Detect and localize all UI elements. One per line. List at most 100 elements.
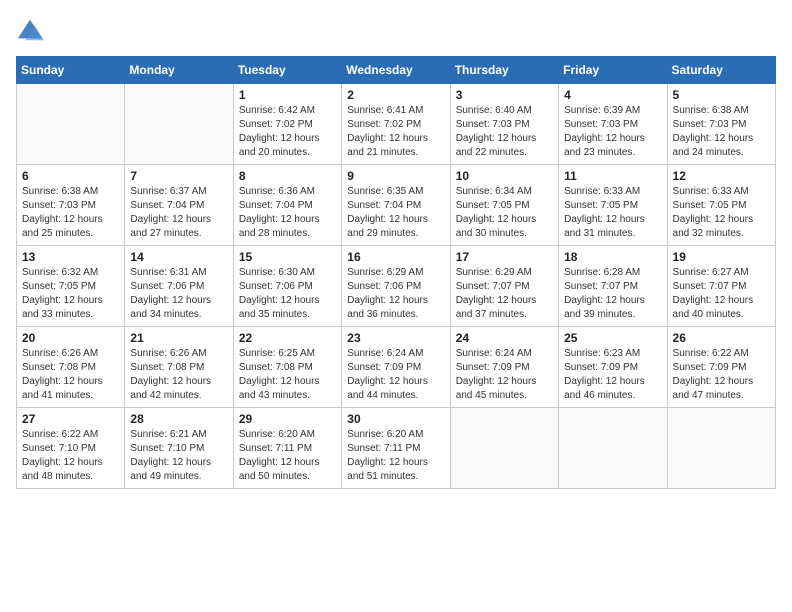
calendar-cell: 23 Sunrise: 6:24 AMSunset: 7:09 PMDayligh…: [342, 327, 450, 408]
day-number: 22: [239, 331, 336, 345]
calendar-cell: 1 Sunrise: 6:42 AMSunset: 7:02 PMDaylight…: [233, 84, 341, 165]
calendar-week-3: 13 Sunrise: 6:32 AMSunset: 7:05 PMDayligh…: [17, 246, 776, 327]
day-info: Sunrise: 6:29 AMSunset: 7:06 PMDaylight:…: [347, 266, 444, 322]
calendar-cell: 14Sunrise: 6:31 AMSunset: 7:06 PMDayligh…: [125, 246, 233, 327]
calendar-cell: 19 Sunrise: 6:27 AMSunset: 7:07 PMDayligh…: [667, 246, 775, 327]
day-info: Sunrise: 6:24 AMSunset: 7:09 PMDaylight:…: [456, 347, 553, 403]
calendar-cell: 4 Sunrise: 6:39 AMSunset: 7:03 PMDaylight…: [559, 84, 667, 165]
calendar-cell: 6 Sunrise: 6:38 AMSunset: 7:03 PMDaylight…: [17, 165, 125, 246]
calendar-cell: 21 Sunrise: 6:26 AMSunset: 7:08 PMDayligh…: [125, 327, 233, 408]
calendar-week-2: 6 Sunrise: 6:38 AMSunset: 7:03 PMDaylight…: [17, 165, 776, 246]
col-header-saturday: Saturday: [667, 57, 775, 84]
day-number: 8: [239, 169, 336, 183]
calendar-cell: [667, 408, 775, 489]
day-info: Sunrise: 6:39 AMSunset: 7:03 PMDaylight:…: [564, 104, 661, 160]
day-info: Sunrise: 6:33 AMSunset: 7:05 PMDaylight:…: [564, 185, 661, 241]
calendar-cell: [125, 84, 233, 165]
page-header: [16, 16, 776, 44]
day-info: Sunrise: 6:41 AMSunset: 7:02 PMDaylight:…: [347, 104, 444, 160]
calendar-cell: 25 Sunrise: 6:23 AMSunset: 7:09 PMDayligh…: [559, 327, 667, 408]
calendar-cell: 12 Sunrise: 6:33 AMSunset: 7:05 PMDayligh…: [667, 165, 775, 246]
calendar-table: SundayMondayTuesdayWednesdayThursdayFrid…: [16, 56, 776, 489]
calendar-week-5: 27Sunrise: 6:22 AMSunset: 7:10 PMDayligh…: [17, 408, 776, 489]
calendar-cell: 3 Sunrise: 6:40 AMSunset: 7:03 PMDaylight…: [450, 84, 558, 165]
day-number: 30: [347, 412, 444, 426]
day-number: 13: [22, 250, 119, 264]
day-number: 11: [564, 169, 661, 183]
calendar-cell: 18Sunrise: 6:28 AMSunset: 7:07 PMDayligh…: [559, 246, 667, 327]
day-number: 1: [239, 88, 336, 102]
logo: [16, 16, 48, 44]
calendar-cell: 11 Sunrise: 6:33 AMSunset: 7:05 PMDayligh…: [559, 165, 667, 246]
day-info: Sunrise: 6:20 AMSunset: 7:11 PMDaylight:…: [239, 428, 336, 484]
day-info: Sunrise: 6:36 AMSunset: 7:04 PMDaylight:…: [239, 185, 336, 241]
calendar-cell: [559, 408, 667, 489]
day-number: 29: [239, 412, 336, 426]
day-number: 7: [130, 169, 227, 183]
day-number: 14: [130, 250, 227, 264]
day-number: 28: [130, 412, 227, 426]
calendar-week-4: 20 Sunrise: 6:26 AMSunset: 7:08 PMDayligh…: [17, 327, 776, 408]
day-number: 20: [22, 331, 119, 345]
day-info: Sunrise: 6:23 AMSunset: 7:09 PMDaylight:…: [564, 347, 661, 403]
calendar-cell: 7 Sunrise: 6:37 AMSunset: 7:04 PMDaylight…: [125, 165, 233, 246]
day-number: 15: [239, 250, 336, 264]
day-number: 25: [564, 331, 661, 345]
calendar-cell: 10 Sunrise: 6:34 AMSunset: 7:05 PMDayligh…: [450, 165, 558, 246]
day-number: 23: [347, 331, 444, 345]
day-number: 2: [347, 88, 444, 102]
calendar-cell: 9 Sunrise: 6:35 AMSunset: 7:04 PMDaylight…: [342, 165, 450, 246]
calendar-cell: 8 Sunrise: 6:36 AMSunset: 7:04 PMDaylight…: [233, 165, 341, 246]
day-number: 26: [673, 331, 770, 345]
calendar-cell: 24Sunrise: 6:24 AMSunset: 7:09 PMDayligh…: [450, 327, 558, 408]
day-info: Sunrise: 6:28 AMSunset: 7:07 PMDaylight:…: [564, 266, 661, 322]
day-number: 16: [347, 250, 444, 264]
calendar-cell: 26 Sunrise: 6:22 AMSunset: 7:09 PMDayligh…: [667, 327, 775, 408]
day-number: 4: [564, 88, 661, 102]
calendar-cell: 29 Sunrise: 6:20 AMSunset: 7:11 PMDayligh…: [233, 408, 341, 489]
calendar-header-row: SundayMondayTuesdayWednesdayThursdayFrid…: [17, 57, 776, 84]
col-header-wednesday: Wednesday: [342, 57, 450, 84]
calendar-cell: [17, 84, 125, 165]
col-header-friday: Friday: [559, 57, 667, 84]
day-info: Sunrise: 6:20 AMSunset: 7:11 PMDaylight:…: [347, 428, 444, 484]
calendar-cell: 13 Sunrise: 6:32 AMSunset: 7:05 PMDayligh…: [17, 246, 125, 327]
day-info: Sunrise: 6:40 AMSunset: 7:03 PMDaylight:…: [456, 104, 553, 160]
col-header-thursday: Thursday: [450, 57, 558, 84]
day-info: Sunrise: 6:27 AMSunset: 7:07 PMDaylight:…: [673, 266, 770, 322]
calendar-cell: 17Sunrise: 6:29 AMSunset: 7:07 PMDayligh…: [450, 246, 558, 327]
day-info: Sunrise: 6:38 AMSunset: 7:03 PMDaylight:…: [22, 185, 119, 241]
day-info: Sunrise: 6:38 AMSunset: 7:03 PMDaylight:…: [673, 104, 770, 160]
calendar-cell: 15 Sunrise: 6:30 AMSunset: 7:06 PMDayligh…: [233, 246, 341, 327]
day-info: Sunrise: 6:34 AMSunset: 7:05 PMDaylight:…: [456, 185, 553, 241]
day-info: Sunrise: 6:21 AMSunset: 7:10 PMDaylight:…: [130, 428, 227, 484]
calendar-cell: 5 Sunrise: 6:38 AMSunset: 7:03 PMDaylight…: [667, 84, 775, 165]
day-info: Sunrise: 6:35 AMSunset: 7:04 PMDaylight:…: [347, 185, 444, 241]
day-info: Sunrise: 6:26 AMSunset: 7:08 PMDaylight:…: [130, 347, 227, 403]
col-header-sunday: Sunday: [17, 57, 125, 84]
calendar-cell: 30 Sunrise: 6:20 AMSunset: 7:11 PMDayligh…: [342, 408, 450, 489]
calendar-cell: 27Sunrise: 6:22 AMSunset: 7:10 PMDayligh…: [17, 408, 125, 489]
calendar-week-1: 1 Sunrise: 6:42 AMSunset: 7:02 PMDaylight…: [17, 84, 776, 165]
day-info: Sunrise: 6:29 AMSunset: 7:07 PMDaylight:…: [456, 266, 553, 322]
calendar-cell: 16 Sunrise: 6:29 AMSunset: 7:06 PMDayligh…: [342, 246, 450, 327]
day-info: Sunrise: 6:25 AMSunset: 7:08 PMDaylight:…: [239, 347, 336, 403]
day-number: 21: [130, 331, 227, 345]
day-number: 3: [456, 88, 553, 102]
day-info: Sunrise: 6:32 AMSunset: 7:05 PMDaylight:…: [22, 266, 119, 322]
day-number: 9: [347, 169, 444, 183]
day-info: Sunrise: 6:30 AMSunset: 7:06 PMDaylight:…: [239, 266, 336, 322]
logo-icon: [16, 16, 44, 44]
day-info: Sunrise: 6:22 AMSunset: 7:09 PMDaylight:…: [673, 347, 770, 403]
calendar-cell: 22 Sunrise: 6:25 AMSunset: 7:08 PMDayligh…: [233, 327, 341, 408]
day-number: 5: [673, 88, 770, 102]
day-info: Sunrise: 6:24 AMSunset: 7:09 PMDaylight:…: [347, 347, 444, 403]
day-info: Sunrise: 6:33 AMSunset: 7:05 PMDaylight:…: [673, 185, 770, 241]
day-info: Sunrise: 6:37 AMSunset: 7:04 PMDaylight:…: [130, 185, 227, 241]
day-number: 6: [22, 169, 119, 183]
day-info: Sunrise: 6:22 AMSunset: 7:10 PMDaylight:…: [22, 428, 119, 484]
day-number: 10: [456, 169, 553, 183]
day-info: Sunrise: 6:42 AMSunset: 7:02 PMDaylight:…: [239, 104, 336, 160]
day-number: 12: [673, 169, 770, 183]
day-number: 19: [673, 250, 770, 264]
